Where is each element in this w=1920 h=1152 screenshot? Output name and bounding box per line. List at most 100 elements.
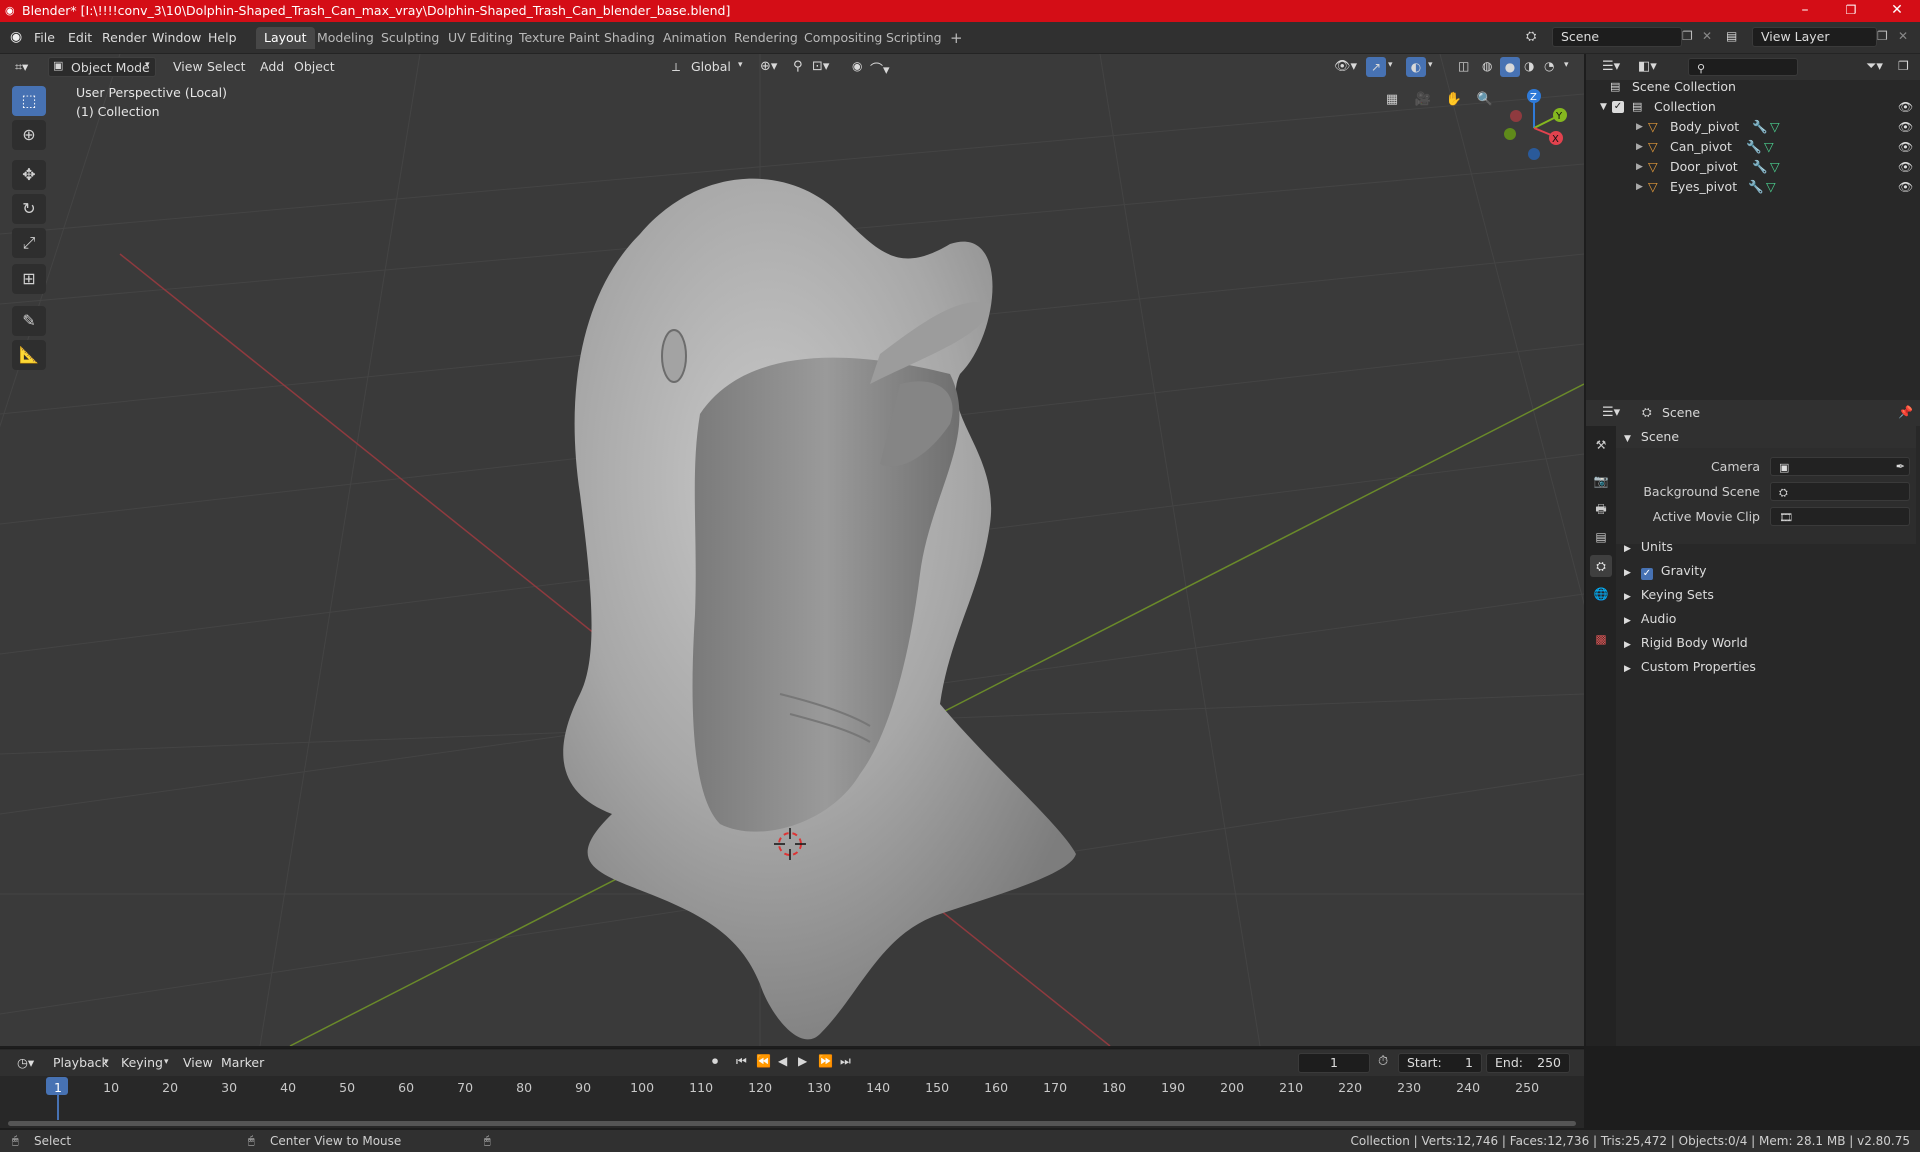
custom-properties-panel-header[interactable]: ▶ Custom Properties [1616,656,1916,678]
outliner-search-input[interactable]: ⚲ [1688,58,1798,76]
navigation-gizmo[interactable]: Z Y X [1496,84,1574,168]
active-movie-clip-field[interactable]: 🎞 [1770,507,1910,526]
record-icon[interactable]: ⏺ [712,1054,718,1069]
start-frame-field[interactable]: Start: 1 [1398,1053,1482,1073]
tab-rendering[interactable]: Rendering [726,27,806,49]
material-shading-icon[interactable]: ◑ [1524,59,1534,73]
play-reverse-icon[interactable]: ◀ [778,1054,787,1068]
view-layer-selector[interactable]: View Layer [1752,27,1877,47]
rendered-shading-icon[interactable]: ◔ [1544,59,1554,73]
tab-shading[interactable]: Shading [596,27,663,49]
tool-tab-icon[interactable]: ⚒ [1590,434,1612,456]
visibility-eye-icon[interactable]: 👁 [1898,157,1913,177]
scale-tool[interactable]: ⤢ [12,228,46,258]
keying-sets-panel-header[interactable]: ▶ Keying Sets [1616,584,1916,606]
jump-keyframe-forward-icon[interactable]: ⏩ [818,1054,833,1068]
gizmo-toggle-icon[interactable]: ↗ [1366,57,1386,77]
snap-icon[interactable]: ⚲ [793,59,803,74]
menu-edit[interactable]: Edit [62,28,98,48]
tab-modeling[interactable]: Modeling [309,27,382,49]
end-frame-field[interactable]: End: 250 [1486,1053,1570,1073]
scene-panel-header[interactable]: ▼ Scene [1616,426,1916,448]
outliner-object-row[interactable]: ▶ ▽ Door_pivot 🔧 ▽ 👁 [1590,157,1916,177]
blender-menu-icon[interactable]: ◉ [10,29,22,45]
solid-shading-icon[interactable]: ● [1500,57,1520,77]
play-icon[interactable]: ▶ [798,1054,807,1068]
visibility-eye-icon[interactable]: 👁 [1898,97,1913,117]
jump-keyframe-back-icon[interactable]: ⏪ [756,1054,771,1068]
zoom-view-icon[interactable]: 🔍 [1473,88,1497,112]
toggle-camera-grid-icon[interactable]: ▦ [1380,88,1404,112]
gravity-panel-header[interactable]: ▶ ✓ Gravity [1616,560,1916,582]
select-box-tool[interactable]: ⬚ [12,86,46,116]
mode-dropdown[interactable]: ▣ Object Mode ▾ [48,57,156,77]
outliner-object-row[interactable]: ▶ ▽ Can_pivot 🔧 ▽ 👁 [1590,137,1916,157]
eyedropper-icon[interactable]: ✒ [1896,458,1905,475]
falloff-icon[interactable]: ⌒▾ [870,59,890,78]
background-scene-field[interactable]: ⛭ [1770,482,1910,501]
close-button[interactable]: ✕ [1874,0,1920,22]
maximize-button[interactable]: ❐ [1828,0,1874,22]
world-tab-icon[interactable]: 🌐 [1590,583,1612,605]
gravity-checkbox[interactable]: ✓ [1640,568,1653,580]
timeline-editor-icon[interactable]: ◷▾ [10,1052,41,1074]
menu-add[interactable]: Add [253,56,291,78]
audio-panel-header[interactable]: ▶ Audio [1616,608,1916,630]
wireframe-shading-icon[interactable]: ◍ [1482,59,1492,73]
output-tab-icon[interactable]: 🖶 [1590,498,1612,520]
tab-scripting[interactable]: Scripting [878,27,950,49]
new-scene-icon[interactable]: ❐ [1682,29,1693,43]
outliner-editor-icon[interactable]: ☰▾ [1602,59,1620,74]
properties-editor-icon[interactable]: ☰▾ [1602,405,1620,420]
outliner-collection[interactable]: ▼ ✓ ▤ Collection 👁 [1590,97,1916,117]
tab-texture-paint[interactable]: Texture Paint [511,27,608,49]
menu-object[interactable]: Object [287,56,342,78]
minimize-button[interactable]: – [1782,0,1828,22]
jump-start-icon[interactable]: ⏮ [736,1054,747,1069]
rotate-tool[interactable]: ↻ [12,194,46,224]
visibility-eye-icon[interactable]: 👁 [1898,137,1913,157]
texture-tab-icon[interactable]: ▩ [1590,628,1612,650]
filter-icon[interactable]: ⏷▾ [1866,59,1883,74]
jump-end-icon[interactable]: ⏭ [840,1054,851,1069]
timeline-scrollbar[interactable] [8,1121,1576,1126]
new-collection-icon[interactable]: ❐ [1898,59,1909,73]
visibility-eye-icon[interactable]: 👁 [1898,177,1913,197]
tab-uv-editing[interactable]: UV Editing [440,27,521,49]
visibility-eye-icon[interactable]: 👁 [1898,117,1913,137]
proportional-edit-icon[interactable]: ◉ [852,59,862,73]
collection-checkbox[interactable]: ✓ [1612,101,1624,113]
menu-window[interactable]: Window [146,28,207,48]
outliner-object-row[interactable]: ▶ ▽ Eyes_pivot 🔧 ▽ 👁 [1590,177,1916,197]
outliner-object-row[interactable]: ▶ ▽ Body_pivot 🔧 ▽ 👁 [1590,117,1916,137]
outliner-scene-collection[interactable]: ▤ Scene Collection [1590,77,1916,97]
stopwatch-icon[interactable]: ⏱ [1378,1054,1388,1069]
transform-tool[interactable]: ⊞ [12,264,46,294]
tab-sculpting[interactable]: Sculpting [373,27,447,49]
expand-arrow-icon[interactable]: ▶ [1636,177,1643,197]
3d-viewport[interactable] [0,54,1584,1046]
cursor-tool[interactable]: ⊕ [12,120,46,150]
units-panel-header[interactable]: ▶ Units [1616,536,1916,558]
add-workspace-button[interactable]: + [942,27,971,49]
snap-target-icon[interactable]: ⊡▾ [812,59,829,74]
expand-arrow-icon[interactable]: ▶ [1636,137,1643,157]
pivot-point-icon[interactable]: ⊕▾ [760,59,777,74]
render-tab-icon[interactable]: 📷 [1590,470,1612,492]
remove-view-layer-icon[interactable]: ✕ [1898,29,1908,43]
menu-keying[interactable]: Keying [114,1052,170,1074]
xray-toggle-icon[interactable]: ◫ [1458,59,1469,73]
menu-marker[interactable]: Marker [214,1052,271,1074]
view-layer-tab-icon[interactable]: ▤ [1590,526,1612,548]
scene-selector[interactable]: Scene [1552,27,1682,47]
overlays-toggle-icon[interactable]: ◐ [1406,57,1426,77]
display-mode-icon[interactable]: ◧▾ [1638,59,1657,74]
camera-view-icon[interactable]: 🎥 [1411,88,1435,112]
rigid-body-world-panel-header[interactable]: ▶ Rigid Body World [1616,632,1916,654]
pan-view-icon[interactable]: ✋ [1442,88,1466,112]
annotate-tool[interactable]: ✎ [12,306,46,336]
editor-type-icon[interactable]: ⌗▾ [8,56,35,78]
move-tool[interactable]: ✥ [12,160,46,190]
tab-layout[interactable]: Layout [256,27,315,49]
measure-tool[interactable]: 📐 [12,340,46,370]
